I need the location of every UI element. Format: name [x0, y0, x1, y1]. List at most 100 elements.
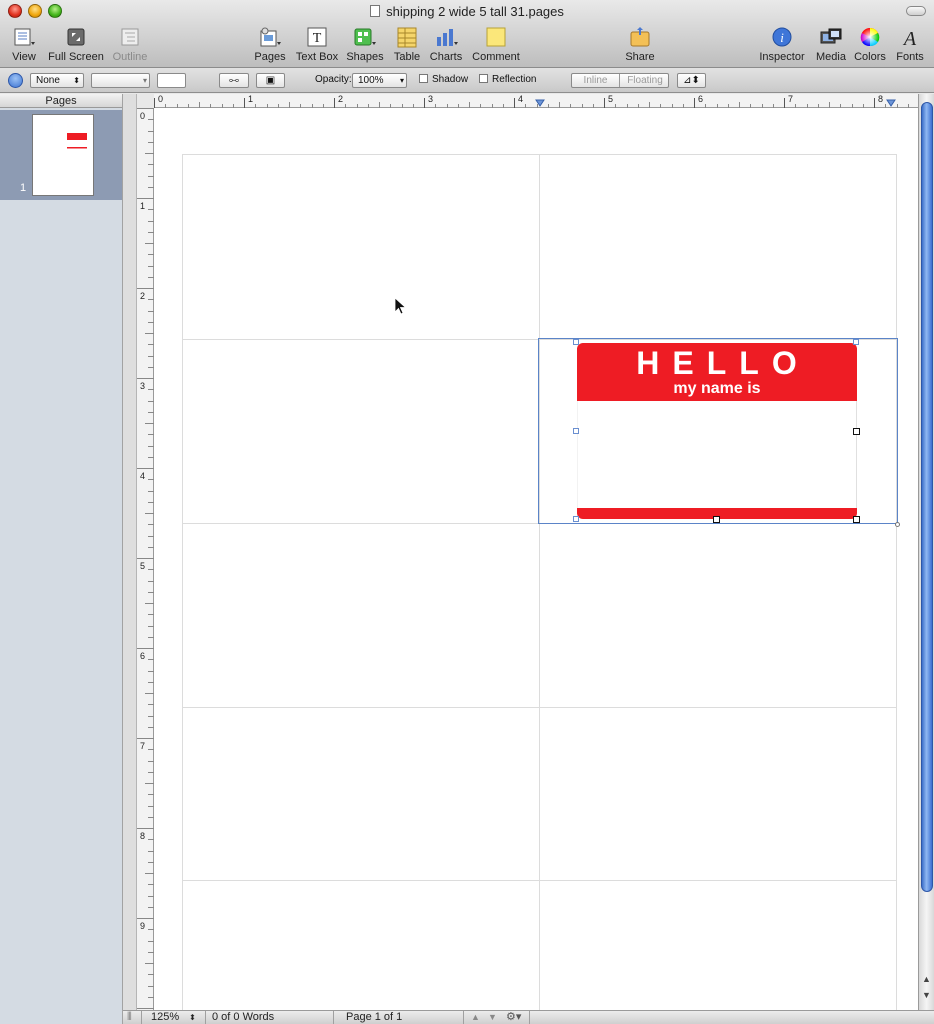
reflection-checkbox-box[interactable] — [479, 74, 488, 83]
next-page-icon[interactable]: ▼ — [488, 1011, 497, 1024]
window-title: shipping 2 wide 5 tall 31.pages — [0, 4, 934, 19]
mouse-pointer-icon — [394, 297, 407, 315]
charts-label: Charts — [429, 51, 463, 63]
page-thumbnail-number: 1 — [20, 182, 27, 194]
wrap-options-button[interactable]: ⊿⬍ — [677, 73, 706, 88]
ruler-label: 0 — [140, 111, 146, 121]
wrap-button[interactable]: ▣ — [256, 73, 285, 88]
ruler-label: 4 — [518, 94, 524, 104]
text-box-button[interactable]: T Text Box — [295, 27, 339, 63]
ruler-label: 2 — [140, 291, 146, 301]
status-bar: ⦀ 125% ⬍ 0 of 0 Words Page 1 of 1 ▲ ▼ ⚙▾ — [123, 1010, 934, 1024]
outline-button[interactable]: Outline — [110, 27, 150, 63]
table-button[interactable]: Table — [392, 27, 422, 63]
zoom-select[interactable]: 125% ⬍ — [151, 1011, 196, 1024]
document-page[interactable]: HELLO my name is — [154, 108, 918, 1010]
view-label: View — [12, 51, 36, 63]
name-tag-title: HELLO — [636, 345, 810, 381]
full-screen-button[interactable]: Full Screen — [48, 27, 104, 63]
share-button[interactable]: Share — [624, 27, 656, 63]
charts-button[interactable]: Charts — [428, 27, 464, 63]
scroll-up-arrow-icon[interactable]: ▲ — [922, 974, 931, 984]
page-thumbnail-row[interactable]: 1 — [0, 110, 122, 200]
title-toolbar: shipping 2 wide 5 tall 31.pages View Ful… — [0, 0, 934, 68]
paragraph-styles-icon[interactable] — [8, 73, 23, 88]
fill-select[interactable]: None ⬍ — [30, 73, 84, 88]
label-border — [896, 154, 897, 1010]
ruler-label: 5 — [608, 94, 614, 104]
divider — [463, 1011, 464, 1024]
color-well[interactable] — [157, 73, 186, 88]
scroll-down-arrow-icon[interactable]: ▼ — [922, 990, 931, 1000]
share-icon — [628, 27, 652, 49]
stroke-button[interactable]: ⧟ — [219, 73, 249, 88]
full-screen-label: Full Screen — [48, 51, 104, 63]
ruler-label: 2 — [338, 94, 344, 104]
colors-icon — [858, 27, 882, 49]
shadow-checkbox[interactable]: Shadow — [419, 74, 468, 85]
fonts-icon: A — [898, 27, 922, 50]
reflection-label: Reflection — [492, 74, 537, 85]
updown-arrows-icon: ⬍ — [189, 1013, 196, 1022]
vertical-scrollbar[interactable]: ▲ ▼ — [918, 94, 934, 1010]
ruler-label: 3 — [428, 94, 434, 104]
vertical-ruler[interactable]: 0 1 2 3 4 5 6 7 8 9 — [137, 108, 154, 1010]
colors-button[interactable]: Colors — [852, 27, 888, 63]
inspector-label: Inspector — [759, 51, 805, 63]
cell-corner-handle[interactable] — [895, 522, 900, 527]
inspector-button[interactable]: i Inspector — [758, 27, 806, 63]
ruler-label: 1 — [140, 201, 146, 211]
comment-label: Comment — [472, 51, 520, 63]
page-thumbnail[interactable] — [32, 114, 94, 196]
fonts-label: Fonts — [896, 51, 924, 63]
toolbar-toggle-button[interactable] — [906, 6, 926, 16]
view-icon — [12, 27, 36, 49]
shadow-label: Shadow — [432, 74, 469, 85]
divider — [333, 1011, 334, 1024]
scrollbar-thumb[interactable] — [921, 102, 933, 892]
shapes-button[interactable]: Shapes — [346, 27, 384, 63]
window-title-text: shipping 2 wide 5 tall 31.pages — [386, 4, 564, 19]
media-button[interactable]: Media — [814, 27, 848, 63]
divider — [141, 1011, 142, 1024]
pages-label: Pages — [254, 51, 286, 63]
floating-segment[interactable]: Floating — [621, 74, 669, 87]
name-tag-blank-area — [577, 401, 857, 508]
vertical-ruler-ticks — [137, 108, 154, 1009]
view-button[interactable]: View — [8, 27, 40, 63]
opacity-label: Opacity: — [315, 74, 352, 85]
horizontal-ruler[interactable]: 0 1 2 3 4 5 6 7 8 — [154, 94, 918, 108]
wrap-icon: ▣ — [265, 75, 276, 86]
word-count: 0 of 0 Words — [212, 1011, 275, 1023]
wrap-options-icon: ⊿⬍ — [683, 75, 700, 86]
shadow-checkbox-box[interactable] — [419, 74, 428, 83]
zoom-value: 125% — [151, 1011, 180, 1023]
ruler-label: 6 — [140, 651, 146, 661]
format-bar: None ⬍ ▾ ⧟ ▣ Opacity: 100% ▾ Shadow Reflec… — [0, 68, 934, 93]
ruler-label: 8 — [140, 831, 146, 841]
previous-page-icon[interactable]: ▲ — [471, 1011, 480, 1024]
media-label: Media — [816, 51, 846, 63]
resize-grip-icon[interactable]: ⦀ — [127, 1011, 132, 1024]
comment-button[interactable]: Comment — [470, 27, 522, 63]
reflection-checkbox[interactable]: Reflection — [479, 74, 536, 85]
ruler-label: 6 — [698, 94, 704, 104]
placement-segmented-control[interactable]: Inline Floating — [571, 73, 669, 88]
color-select[interactable]: ▾ — [91, 73, 150, 88]
svg-text:A: A — [902, 28, 917, 49]
inline-segment[interactable]: Inline — [572, 74, 620, 87]
hello-name-tag-image[interactable]: HELLO my name is — [577, 343, 857, 520]
shapes-label: Shapes — [346, 51, 384, 63]
colors-label: Colors — [854, 51, 886, 63]
table-label: Table — [393, 51, 421, 63]
fonts-button[interactable]: A Fonts — [894, 27, 926, 63]
label-border — [182, 154, 183, 1010]
pages-button[interactable]: Pages — [254, 27, 286, 63]
horizontal-ruler-ticks — [154, 98, 909, 108]
gear-icon[interactable]: ⚙▾ — [506, 1011, 521, 1024]
outline-icon — [118, 27, 142, 49]
page-info: Page 1 of 1 — [346, 1011, 403, 1023]
opacity-combo[interactable]: 100% ▾ — [352, 73, 407, 88]
full-screen-icon — [64, 27, 88, 49]
opacity-value: 100% — [358, 75, 384, 86]
